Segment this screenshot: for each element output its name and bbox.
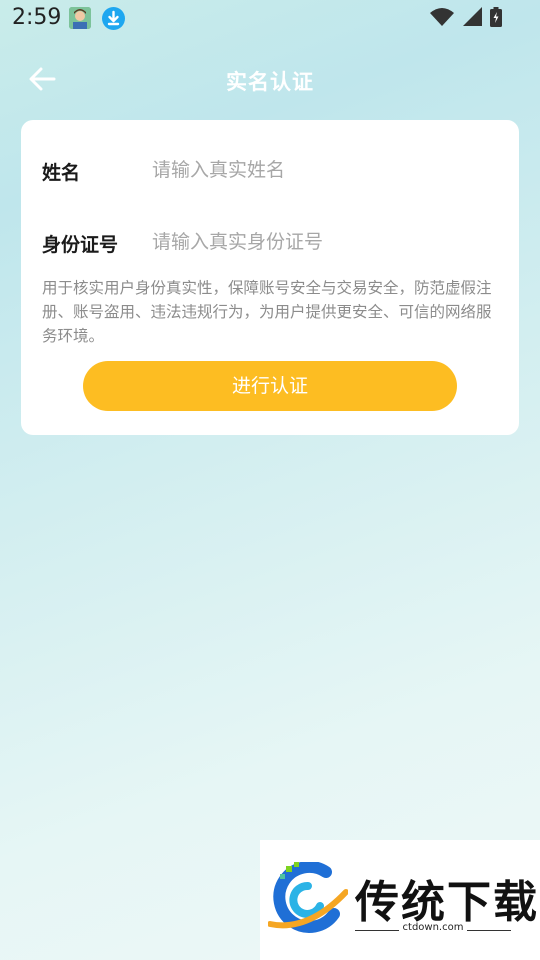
watermark-logo-icon [267,860,349,938]
verify-button[interactable]: 进行认证 [83,361,457,411]
watermark-divider [467,930,511,931]
name-label: 姓名 [42,162,81,184]
status-time: 2:59 [12,5,62,30]
wifi-icon [430,7,454,31]
status-icons [430,7,502,31]
battery-icon [490,7,502,31]
name-input[interactable] [152,154,492,186]
app-avatar-icon [69,7,91,29]
signal-icon [462,7,482,31]
watermark-text: 传统下载 [355,877,539,928]
verification-notice: 用于核实用户身份真实性，保障账号安全与交易安全，防范虚假注册、账号盗用、违法违规… [42,279,492,345]
status-bar: 2:59 [0,0,540,38]
name-field-row: 姓名 [21,150,519,190]
header: 实名认证 [0,52,540,108]
watermark-url: ctdown.com [402,922,464,933]
id-number-input[interactable] [152,226,492,258]
download-icon [102,7,125,30]
watermark: 传统下载 ctdown.com [260,840,540,960]
id-number-label: 身份证号 [42,234,119,256]
page-title: 实名认证 [226,70,314,94]
verification-card: 姓名 身份证号 用于核实用户身份真实性，保障账号安全与交易安全，防范虚假注册、账… [21,120,519,435]
id-field-row: 身份证号 [21,222,519,262]
